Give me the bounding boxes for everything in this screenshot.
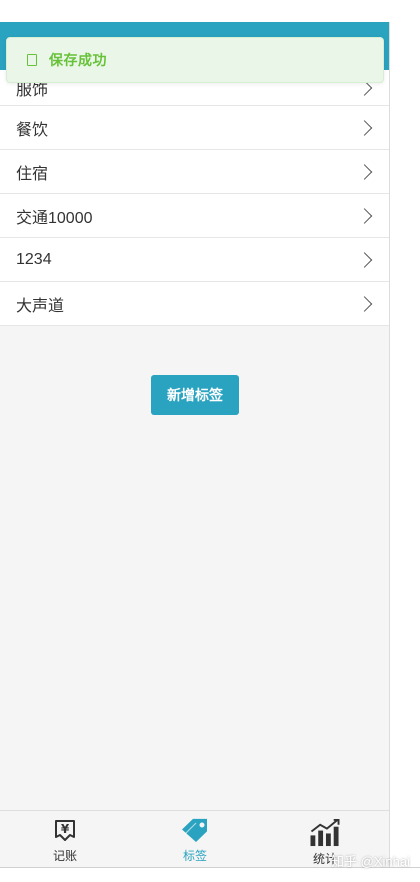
- tag-item[interactable]: 餐饮: [0, 106, 389, 150]
- tag-item[interactable]: 大声道: [0, 282, 389, 326]
- tag-list: 服饰 餐饮 住宿 交通10000 1234 大声道: [0, 70, 389, 326]
- tag-label: 餐饮: [16, 121, 49, 139]
- tag-icon: [182, 818, 207, 842]
- svg-text:¥: ¥: [61, 822, 70, 836]
- tag-label: 住宿: [16, 165, 49, 183]
- tab-bookkeeping[interactable]: ¥ 记账: [0, 811, 130, 867]
- chevron-right-icon: [356, 251, 373, 268]
- tag-label: 1234: [16, 250, 52, 268]
- tag-label: 交通10000: [16, 209, 93, 227]
- watermark: 知乎 @Xinhai: [331, 854, 410, 869]
- success-toast: 保存成功: [6, 37, 384, 83]
- chevron-right-icon: [356, 295, 373, 312]
- toast-message: 保存成功: [49, 52, 107, 68]
- tag-item[interactable]: 交通10000: [0, 194, 389, 238]
- chevron-right-icon: [356, 119, 373, 136]
- money-icon: ¥: [55, 820, 75, 841]
- tab-label: 记账: [52, 849, 77, 863]
- chart-icon: [310, 818, 340, 847]
- tab-tags[interactable]: 标签: [130, 811, 260, 867]
- tag-item[interactable]: 住宿: [0, 150, 389, 194]
- app-screen: 保存成功 服饰 餐饮 住宿 交通10000 1234 大声道 新增标签 ¥ 记账…: [0, 22, 390, 867]
- add-tag-button[interactable]: 新增标签: [151, 375, 239, 415]
- tag-label: 大声道: [16, 297, 65, 315]
- tab-label: 标签: [182, 849, 207, 863]
- tag-item[interactable]: 1234: [0, 238, 389, 282]
- chevron-right-icon: [356, 163, 373, 180]
- chevron-right-icon: [356, 207, 373, 224]
- success-icon: [27, 54, 37, 66]
